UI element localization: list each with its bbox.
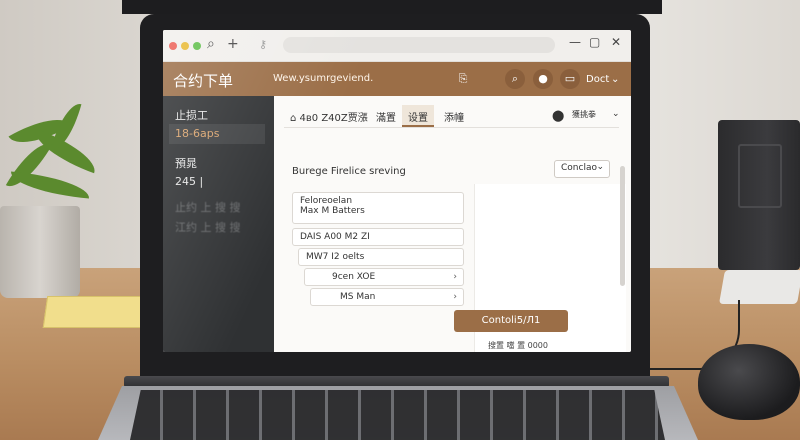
sidebar-item-count[interactable]: 245 | xyxy=(169,172,265,192)
chevron-down-icon: ⌄ xyxy=(596,162,604,172)
sidebar-item-blurred-2[interactable]: 江约 上 搜 搜 xyxy=(169,216,265,236)
search-icon[interactable]: ⌕ xyxy=(505,69,525,89)
form-card-2-text: DAIS A00 M2 ZI xyxy=(300,232,370,242)
laptop-screen: ⌕ + ⚷ — ▢ ✕ 合约下单 Wew.ysumrgeviend. ⎘ ⌕ ●… xyxy=(163,30,631,352)
section-title: Burege Firelice sreving xyxy=(292,166,406,177)
form-card-4[interactable]: 9cen XOE › xyxy=(304,268,464,286)
tab-settings-a[interactable]: 滿置 xyxy=(370,105,402,127)
desktop-tower-panel xyxy=(738,144,782,208)
tab-add[interactable]: 添幢 xyxy=(438,105,470,127)
search-icon[interactable]: ⌕ xyxy=(207,36,215,52)
form-card-1-line2: Max M Batters xyxy=(300,206,365,216)
sticky-note-pad xyxy=(42,296,153,328)
main-content: ⌂ 4в0 Z40Z贾漲 滿置 设置 添幢 ⬤ 獲挑拳 ⌄ Burege Fir… xyxy=(274,96,631,352)
address-bar[interactable] xyxy=(283,37,555,53)
key-icon: ⚷ xyxy=(259,38,268,51)
chevron-right-icon: › xyxy=(453,272,457,282)
conclusion-select-value: Conclao xyxy=(561,163,597,173)
footnote-text: 搜置 噹 置 0000 xyxy=(488,341,548,350)
app-title: 合约下单 xyxy=(173,72,234,90)
header-subtitle: Wew.ysumrgeviend. xyxy=(273,73,374,84)
form-card-5-text: MS Man xyxy=(340,292,376,302)
external-keyboard xyxy=(719,270,800,304)
chevron-down-icon[interactable]: ⌄ xyxy=(611,74,619,85)
browser-chrome: ⌕ + ⚷ — ▢ ✕ xyxy=(163,30,631,62)
minimize-icon[interactable]: — xyxy=(569,35,581,49)
plus-icon[interactable]: + xyxy=(227,36,239,52)
maximize-icon[interactable]: ▢ xyxy=(589,35,600,49)
user-menu[interactable]: Doct xyxy=(586,74,609,85)
app-header: 合约下单 Wew.ysumrgeviend. ⎘ ⌕ ● ▭ Doct ⌄ xyxy=(163,62,631,96)
minimize-dot[interactable] xyxy=(181,42,189,50)
home-icon: ⌂ xyxy=(290,113,300,124)
chevron-right-icon: › xyxy=(453,292,457,302)
scrollbar[interactable] xyxy=(620,166,625,286)
conclusion-select[interactable]: Conclao ⌄ xyxy=(554,160,610,178)
sidebar-item-blurred-1[interactable]: 止约 上 搜 搜 xyxy=(169,196,265,216)
toolbar-right-label[interactable]: 獲挑拳 xyxy=(566,105,602,127)
sidebar-item-preview[interactable]: 預晁 xyxy=(169,152,265,172)
form-card-4-text: 9cen XOE xyxy=(332,272,376,282)
sidebar-item-active[interactable]: 18-6aps xyxy=(169,124,265,144)
maximize-dot[interactable] xyxy=(193,42,201,50)
laptop-keyboard xyxy=(130,390,665,440)
chevron-down-icon[interactable]: ⌄ xyxy=(606,105,626,127)
chat-icon[interactable]: ▭ xyxy=(560,69,580,89)
form-card-2[interactable]: DAIS A00 M2 ZI xyxy=(292,228,464,246)
tab-bar: ⌂ 4в0 Z40Z贾漲 滿置 设置 添幢 ⬤ 獲挑拳 ⌄ xyxy=(284,102,620,128)
form-card-3-text: MW7 I2 oelts xyxy=(306,252,365,262)
form-card-5[interactable]: MS Man › xyxy=(310,288,464,306)
tab-orders[interactable]: ⌂ 4в0 Z40Z贾漲 xyxy=(284,105,374,127)
computer-mouse xyxy=(698,344,800,420)
background-monitor xyxy=(122,0,662,14)
sidebar: 止损工 18-6aps 預晁 245 | 止约 上 搜 搜 江约 上 搜 搜 xyxy=(163,96,274,352)
close-icon[interactable]: ✕ xyxy=(611,35,621,49)
form-card-1-line1: Feloreoelan xyxy=(300,196,353,206)
share-icon[interactable]: ⎘ xyxy=(453,69,473,89)
primary-action-button[interactable]: Contoli5/Л1 xyxy=(454,310,568,332)
close-dot[interactable] xyxy=(169,42,177,50)
tab-settings[interactable]: 设置 xyxy=(402,105,434,127)
form-card-1[interactable]: Feloreoelan Max M Batters xyxy=(292,192,464,224)
sidebar-item-stoploss[interactable]: 止损工 xyxy=(169,104,265,124)
form-card-3[interactable]: MW7 I2 oelts xyxy=(298,248,464,266)
user-icon[interactable]: ● xyxy=(533,69,553,89)
tab-orders-label: 4в0 Z40Z贾漲 xyxy=(299,113,368,124)
